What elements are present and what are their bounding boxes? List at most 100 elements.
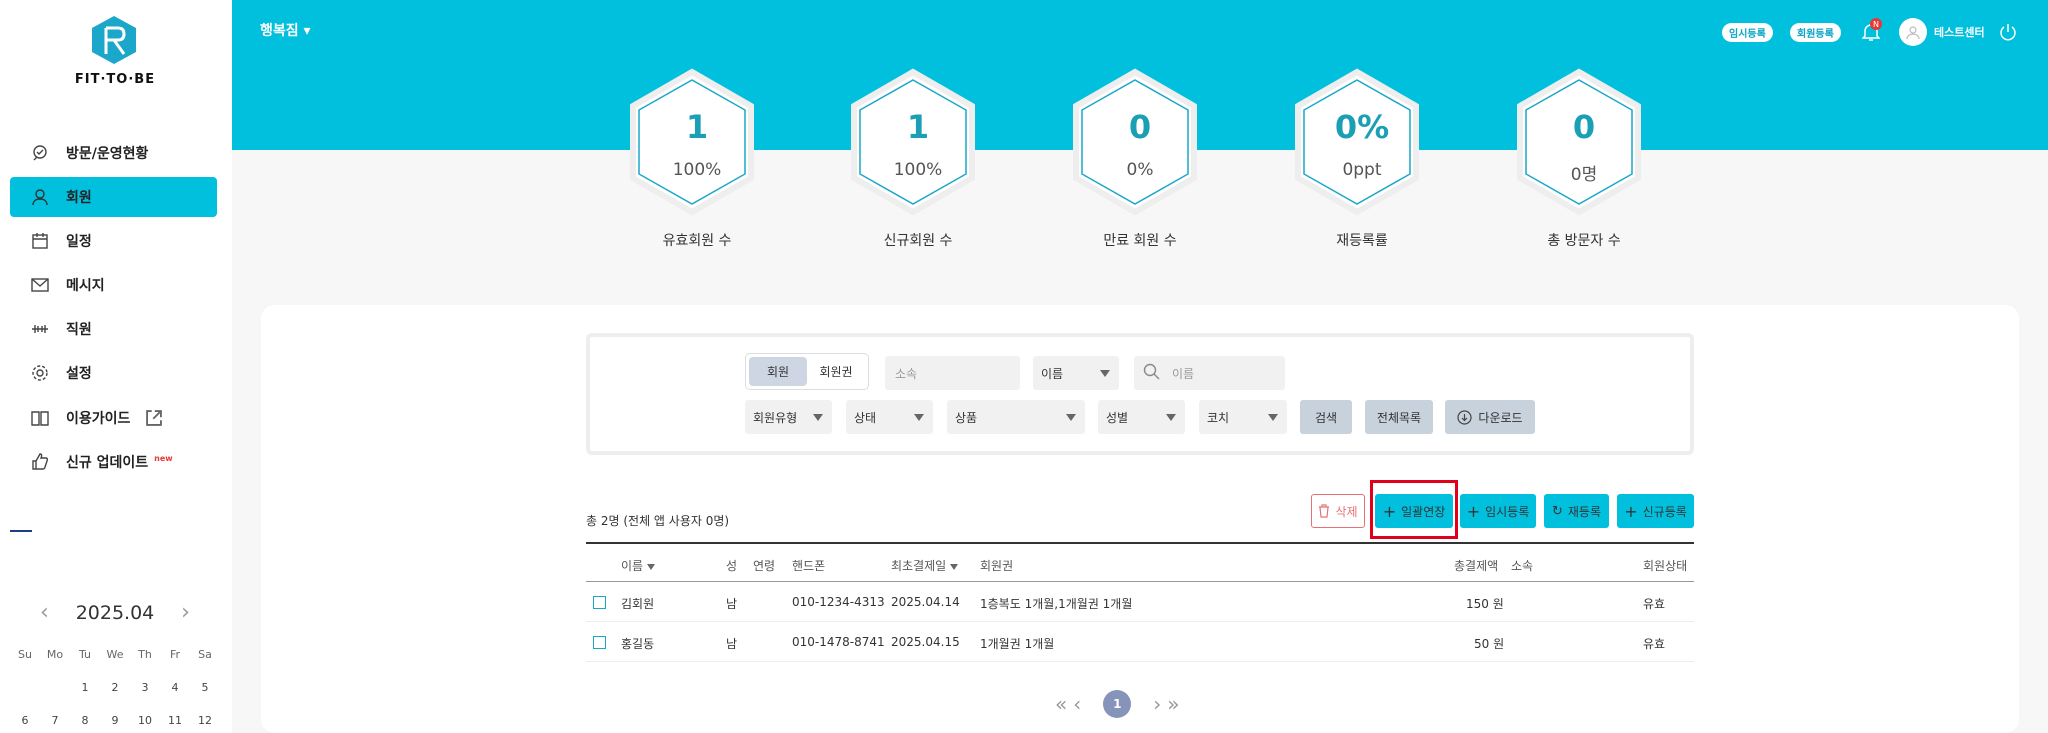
- sidebar-item-label: 일정: [66, 234, 92, 250]
- stat-value: 0: [1128, 108, 1152, 146]
- user-name[interactable]: 테스트센터: [1934, 24, 1985, 40]
- next-page-icon[interactable]: ›: [1153, 692, 1161, 716]
- search-button[interactable]: 검색: [1300, 400, 1352, 434]
- highlight-box: [1370, 480, 1458, 539]
- calendar-day[interactable]: 11: [160, 714, 190, 727]
- all-list-button[interactable]: 전체목록: [1365, 400, 1433, 434]
- temp-register-top-button[interactable]: 임시등록: [1722, 23, 1773, 42]
- calendar-day[interactable]: 1: [70, 681, 100, 694]
- download-button[interactable]: 다운로드: [1445, 400, 1535, 434]
- row-checkbox[interactable]: [593, 596, 606, 609]
- member-type-select[interactable]: 회원유형: [745, 400, 832, 434]
- table-header: 이름 성 연령 핸드폰 최초결제일 회원권 총결제액 소속 회원상태: [586, 542, 1694, 582]
- cell-phone: 010-1478-8741: [792, 635, 885, 649]
- calendar-day[interactable]: 3: [130, 681, 160, 694]
- header-label: 이름: [621, 559, 644, 573]
- calendar-day[interactable]: 6: [10, 714, 40, 727]
- stat-sub: 0ppt: [1342, 160, 1382, 180]
- stat-label: 신규회원 수: [883, 233, 953, 249]
- header-total: 총결제액: [1454, 559, 1499, 573]
- power-icon[interactable]: [1998, 22, 2018, 42]
- sort-first-pay-header[interactable]: 최초결제일: [891, 557, 959, 574]
- calendar-day[interactable]: 12: [190, 714, 220, 727]
- table-row[interactable]: 김회원 남 010-1234-4313 2025.04.14 1층복도 1개월,…: [586, 582, 1694, 622]
- reregister-label: 재등록: [1567, 504, 1602, 519]
- sort-name-header[interactable]: 이름: [621, 557, 656, 574]
- cell-membership: 1개월권 1개월: [980, 637, 1055, 651]
- calendar-prev-icon[interactable]: ‹: [40, 600, 49, 625]
- sidebar-item-guide[interactable]: 이용가이드: [10, 398, 217, 438]
- calendar-header: ‹ 2025.04 ›: [40, 600, 190, 625]
- cell-total: 150 원: [1466, 597, 1504, 611]
- affiliation-input[interactable]: 소속: [885, 356, 1020, 390]
- calendar-day[interactable]: 8: [70, 714, 100, 727]
- toggle-member[interactable]: 회원: [749, 357, 807, 386]
- cell-name[interactable]: 홍길동: [621, 635, 654, 652]
- cell-phone: 010-1234-4313: [792, 595, 885, 609]
- sidebar-item-members[interactable]: 회원: [10, 177, 217, 217]
- thumbs-up-icon: [32, 453, 49, 470]
- status-select[interactable]: 상태: [846, 400, 933, 434]
- coach-select[interactable]: 코치: [1199, 400, 1287, 434]
- cell-status: 유효: [1643, 597, 1666, 611]
- sidebar-item-label: 회원: [66, 190, 92, 206]
- reregister-button[interactable]: ↻ 재등록: [1544, 494, 1609, 528]
- table-row[interactable]: 홍길동 남 010-1478-8741 2025.04.15 1개월권 1개월 …: [586, 622, 1694, 662]
- sidebar-item-label: 설정: [66, 366, 92, 382]
- toggle-membership[interactable]: 회원권: [807, 357, 865, 386]
- sidebar-item-updates[interactable]: 신규 업데이트 new: [10, 442, 217, 482]
- cell-gender: 남: [726, 637, 738, 651]
- stat-new-members: 1 100% 신규회원 수: [848, 68, 988, 249]
- calendar-day[interactable]: 2: [100, 681, 130, 694]
- prev-page-icon[interactable]: ‹: [1073, 692, 1081, 716]
- search-placeholder: 이름: [1172, 366, 1195, 381]
- sidebar-item-message[interactable]: 메시지: [10, 265, 217, 305]
- cell-name[interactable]: 김회원: [621, 595, 654, 612]
- sidebar-item-settings[interactable]: 설정: [10, 353, 217, 393]
- brand-name: FIT·TO·BE: [74, 72, 156, 87]
- member-register-top-button[interactable]: 회원등록: [1790, 23, 1841, 42]
- new-register-button[interactable]: + 신규등록: [1617, 494, 1694, 528]
- calendar-icon: [32, 233, 48, 249]
- weekday-label: Su: [18, 648, 32, 661]
- mail-icon: [31, 278, 49, 292]
- search-field-select[interactable]: 이름: [1033, 356, 1119, 390]
- member-table: 이름 성 연령 핸드폰 최초결제일 회원권 총결제액 소속 회원상태 김회원 남…: [586, 542, 1694, 662]
- calendar-day[interactable]: 9: [100, 714, 130, 727]
- gender-select[interactable]: 성별: [1098, 400, 1185, 434]
- user-avatar-icon: [1906, 26, 1920, 40]
- sort-down-icon: [647, 563, 656, 570]
- search-icon: [1143, 363, 1160, 380]
- cell-first-pay: 2025.04.14: [891, 595, 960, 609]
- plus-icon: +: [1466, 501, 1481, 521]
- sidebar-item-staff[interactable]: 직원: [10, 309, 217, 349]
- calendar-next-icon[interactable]: ›: [181, 600, 190, 625]
- calendar-day[interactable]: 10: [130, 714, 160, 727]
- delete-button[interactable]: 삭제: [1311, 494, 1365, 528]
- calendar-day: [10, 681, 40, 694]
- page-number[interactable]: 1: [1103, 690, 1132, 718]
- first-page-icon[interactable]: «: [1055, 692, 1067, 716]
- last-page-icon[interactable]: »: [1167, 692, 1179, 716]
- sidebar-item-label: 메시지: [66, 278, 105, 294]
- avatar[interactable]: [1899, 18, 1927, 46]
- download-label: 다운로드: [1478, 410, 1523, 425]
- sidebar-item-visit[interactable]: 방문/운영현황: [10, 133, 217, 173]
- chevron-down-icon: ▾: [303, 23, 311, 39]
- sidebar-item-schedule[interactable]: 일정: [10, 221, 217, 261]
- cell-total: 50 원: [1474, 637, 1505, 651]
- stat-value: 0%: [1334, 108, 1390, 146]
- fittobe-logo: [92, 16, 136, 64]
- row-checkbox[interactable]: [593, 636, 606, 649]
- sidebar-item-label: 직원: [66, 322, 92, 338]
- calendar-day[interactable]: 4: [160, 681, 190, 694]
- product-select[interactable]: 상품: [947, 400, 1085, 434]
- sidebar: FIT·TO·BE 방문/운영현황 회원 일정 메시지 직원 설정 이용가이드 …: [0, 0, 232, 733]
- stat-active-members: 1 100% 유효회원 수: [627, 68, 767, 249]
- gym-selector[interactable]: 행복짐 ▾: [260, 20, 311, 40]
- pagination: « ‹ 1 › »: [1055, 690, 1180, 718]
- calendar-day[interactable]: 7: [40, 714, 70, 727]
- temp-register-button[interactable]: + 임시등록: [1460, 494, 1536, 528]
- stat-sub: 100%: [672, 160, 722, 180]
- calendar-day[interactable]: 5: [190, 681, 220, 694]
